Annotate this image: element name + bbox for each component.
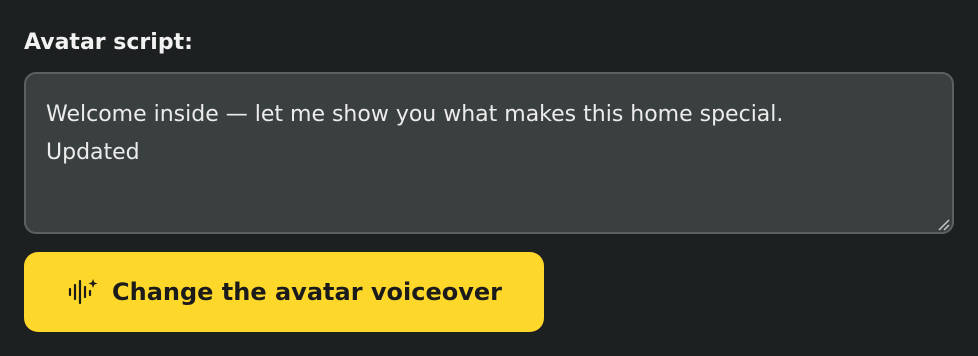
change-avatar-voiceover-button[interactable]: Change the avatar voiceover	[24, 252, 544, 332]
change-avatar-voiceover-label: Change the avatar voiceover	[112, 278, 502, 306]
voice-wave-sparkle-icon	[66, 277, 98, 307]
avatar-script-textarea[interactable]	[26, 74, 952, 232]
avatar-script-field-container	[24, 72, 954, 234]
avatar-script-label: Avatar script:	[24, 30, 193, 55]
resize-handle-icon[interactable]	[936, 216, 950, 231]
